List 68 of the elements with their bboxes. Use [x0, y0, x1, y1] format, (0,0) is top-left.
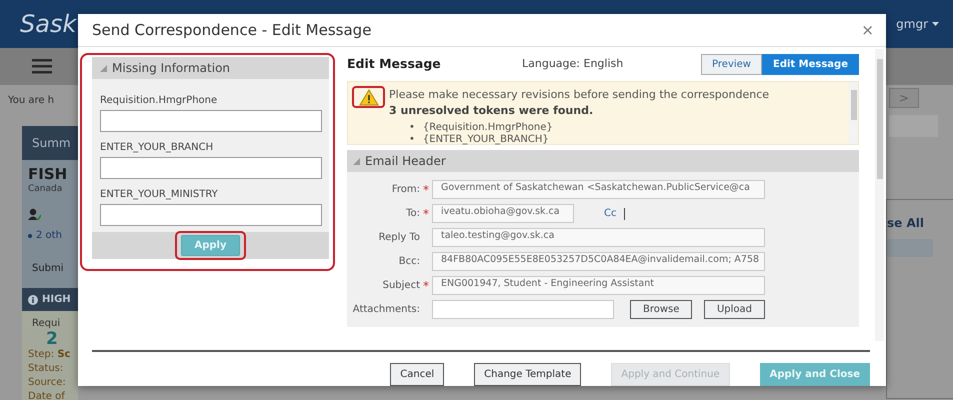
menu-icon[interactable]: [32, 59, 52, 74]
required-mark: *: [423, 278, 429, 292]
token-item: {Requisition.HmgrPhone}: [422, 122, 553, 134]
job-title: FISH: [28, 166, 68, 182]
field-label: Reply To: [378, 231, 420, 245]
section-title: Email Header: [365, 153, 446, 170]
field-label: Subject: [382, 279, 420, 293]
requisition-count: 2: [46, 331, 59, 348]
info-icon: [28, 294, 38, 304]
others-link[interactable]: 2 oth: [36, 228, 62, 243]
footer-button[interactable]: Cancel: [390, 363, 444, 386]
breadcrumb-text: You are h: [8, 94, 56, 108]
field-label: Requisition.HmgrPhone: [100, 94, 218, 108]
submitted-text: Submi: [32, 262, 65, 276]
user-menu[interactable]: gmgr: [896, 15, 939, 33]
required-mark: *: [423, 182, 429, 196]
language-text: Language: English: [522, 56, 624, 72]
field-label: ENTER_YOUR_MINISTRY: [100, 188, 219, 202]
brand-logo: Sask: [20, 9, 76, 40]
job-location: Canada: [28, 182, 64, 196]
modal-title: Send Correspondence - Edit Message: [92, 20, 372, 41]
section-title: Edit Message: [347, 54, 442, 73]
field-label: Bcc:: [398, 255, 420, 269]
required-mark: *: [423, 206, 429, 220]
input-field[interactable]: [432, 300, 614, 319]
field-label: Attachments:: [352, 303, 420, 317]
footer-button[interactable]: Change Template: [474, 363, 582, 386]
bullet-mark: •: [409, 122, 415, 134]
bullet-icon: [28, 234, 32, 238]
collapse-icon: [100, 64, 107, 72]
search-field[interactable]: [889, 115, 938, 137]
detail-text: Status:: [28, 362, 64, 376]
list-row: [887, 238, 933, 256]
highlights-title: HIGH: [42, 293, 71, 307]
caret-icon: [932, 22, 939, 26]
input-field[interactable]: ENG001947, Student - Engineering Assistant: [432, 276, 765, 295]
detail-text: Step: Sc: [28, 348, 72, 362]
detail-text: Date of: [28, 390, 66, 400]
field-label: ENTER_YOUR_BRANCH: [100, 141, 214, 155]
summary-header: Summ: [22, 126, 78, 160]
warning-count: 3 unresolved tokens were found.: [389, 102, 594, 119]
input-field[interactable]: iveatu.obioha@gov.sk.ca: [432, 204, 574, 223]
input-field[interactable]: [100, 157, 322, 179]
collapse-link[interactable]: se All: [887, 216, 924, 230]
browse-button[interactable]: Browse: [630, 300, 692, 319]
upload-button[interactable]: Upload: [704, 300, 765, 319]
warning-icon: [358, 88, 378, 106]
collapse-icon: [353, 158, 360, 164]
token-item: {ENTER_YOUR_BRANCH}: [422, 134, 549, 146]
toggle-tab[interactable]: Edit Message: [762, 54, 859, 74]
scrollbar: [849, 82, 858, 144]
input-field[interactable]: taleo.testing@gov.sk.ca: [432, 228, 765, 247]
input-field[interactable]: 84FB80AC095E55E8E053257D5C0A84EA@invalidemail.com; A758: [432, 252, 765, 271]
bullet-mark: •: [409, 134, 415, 146]
user-check-icon: [28, 208, 41, 220]
toggle-tab[interactable]: Preview: [701, 54, 762, 74]
panel-title: Missing Information: [112, 60, 230, 77]
warning-message: Please make necessary revisions before sending the correspondence: [389, 89, 770, 102]
input-field[interactable]: [100, 110, 322, 132]
cc-link[interactable]: Cc: [604, 206, 616, 221]
input-field[interactable]: Government of Saskatchewan <Saskatchewan.PublicService@ca: [432, 180, 765, 199]
requisition-label: Requi: [32, 317, 62, 331]
detail-text: Source:: [28, 376, 67, 390]
text-cursor: [624, 208, 626, 220]
input-field[interactable]: [100, 204, 322, 226]
field-label: To:: [405, 207, 420, 221]
field-label: From:: [390, 183, 420, 197]
close-button[interactable]: ×: [857, 18, 878, 42]
